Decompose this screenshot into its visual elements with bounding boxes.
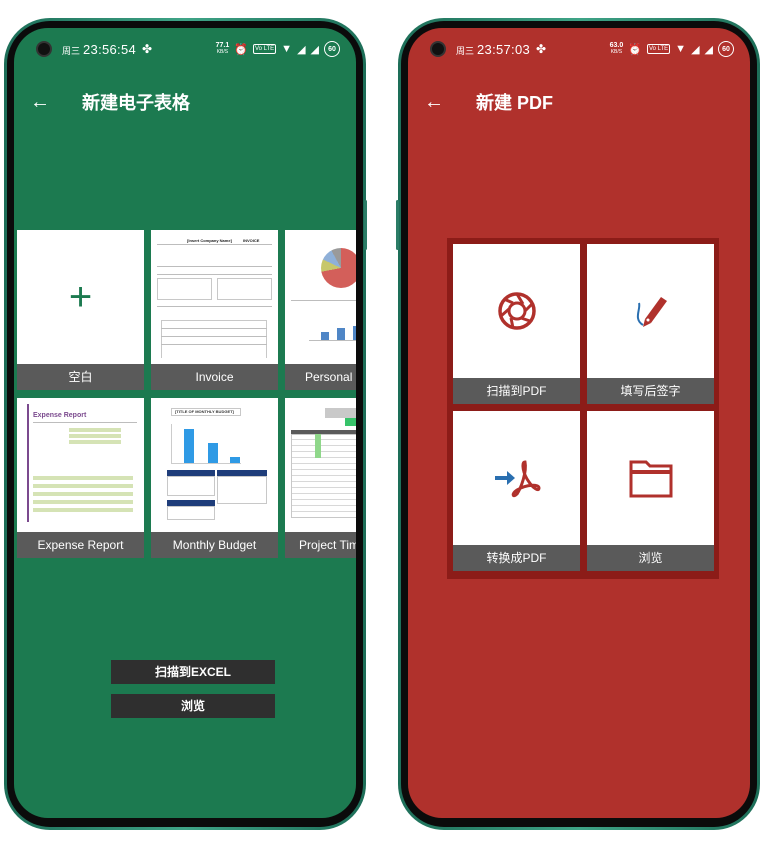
browse-tile[interactable]: 浏览 [587, 411, 714, 571]
status-day: 周三 [456, 45, 475, 56]
template-label: Project Tim [285, 532, 356, 558]
volume-button [364, 200, 367, 250]
front-camera-icon [36, 41, 52, 57]
pen-signature-icon [636, 297, 667, 327]
status-bar: 周三 23:56:54 ✤ 77.1 KB/S ⏰ Vo LTE ▼ ◢ ◢ 60 [14, 28, 356, 70]
template-personal-budget[interactable]: Personal B [285, 230, 356, 390]
volte-icon: Vo LTE [646, 44, 671, 54]
camera-shutter-icon [497, 292, 536, 330]
status-time: 23:57:03 [477, 41, 531, 57]
monthly-budget-thumbnail: [TITLE OF MONTHLY BUDGET] [157, 404, 272, 526]
template-label: Personal B [285, 364, 356, 390]
app-bar: ← 新建 PDF [408, 80, 750, 124]
page-title: 新建 PDF [476, 93, 554, 113]
phone-pdf: 周三 23:57:03 ✤ 63.0 KB/S ⏰ Vo LTE ▼ ◢ ◢ 60… [398, 18, 760, 830]
phone-spreadsheet: 周三 23:56:54 ✤ 77.1 KB/S ⏰ Vo LTE ▼ ◢ ◢ 60… [4, 18, 366, 830]
tile-label: 浏览 [587, 545, 714, 571]
app-bar: ← 新建电子表格 [14, 80, 356, 124]
signal-icon: ◢ [297, 43, 306, 56]
scan-to-excel-button[interactable]: 扫描到EXCEL [111, 660, 275, 684]
status-bar: 周三 23:57:03 ✤ 63.0 KB/S ⏰ Vo LTE ▼ ◢ ◢ 60 [408, 28, 750, 70]
template-label: 空白 [17, 364, 144, 390]
tile-label: 扫描到PDF [453, 378, 580, 404]
invoice-thumbnail: [Insert Company Name] INVOICE [157, 236, 272, 358]
fill-and-sign-tile[interactable]: 填写后签字 [587, 244, 714, 404]
template-gallery[interactable]: + 空白 [Insert Company Name] INVOICE Invoi… [14, 230, 356, 560]
template-blank[interactable]: + 空白 [17, 230, 144, 390]
project-timeline-thumbnail [291, 404, 356, 526]
page-title: 新建电子表格 [82, 93, 190, 113]
convert-acrobat-icon [494, 460, 541, 498]
status-day: 周三 [62, 45, 81, 56]
network-speed: 63.0 KB/S [609, 42, 624, 55]
fan-icon: ✤ [142, 42, 153, 56]
alarm-icon: ⏰ [628, 43, 642, 56]
status-time: 23:56:54 [83, 41, 137, 57]
battery-icon: 60 [718, 41, 734, 57]
back-arrow-icon[interactable]: ← [30, 92, 52, 112]
fan-icon: ✤ [536, 42, 547, 56]
template-monthly-budget[interactable]: [TITLE OF MONTHLY BUDGET] Monthly Budget [151, 398, 278, 558]
browse-button[interactable]: 浏览 [111, 694, 275, 718]
template-expense-report[interactable]: Expense Report Expense Report [17, 398, 144, 558]
plus-icon: + [68, 274, 93, 319]
battery-icon: 60 [324, 41, 340, 57]
template-project-timeline[interactable]: Project Tim [285, 398, 356, 558]
signal-icon: ◢ [691, 43, 700, 56]
pdf-action-grid: 扫描到PDF 填写后签字 转换成PDF 浏览 [447, 238, 719, 579]
personal-budget-thumbnail [291, 236, 356, 358]
wifi-icon: ▼ [281, 43, 293, 55]
tile-label: 转换成PDF [453, 545, 580, 571]
back-arrow-icon[interactable]: ← [424, 92, 446, 112]
scan-to-pdf-tile[interactable]: 扫描到PDF [453, 244, 580, 404]
signal-icon-2: ◢ [310, 43, 319, 56]
network-speed: 77.1 KB/S [215, 42, 230, 55]
template-label: Monthly Budget [151, 532, 278, 558]
template-invoice[interactable]: [Insert Company Name] INVOICE Invoice [151, 230, 278, 390]
expense-report-thumbnail: Expense Report [23, 404, 138, 526]
convert-to-pdf-tile[interactable]: 转换成PDF [453, 411, 580, 571]
template-label: Expense Report [17, 532, 144, 558]
folder-icon [629, 460, 672, 498]
wifi-icon: ▼ [675, 43, 687, 55]
pdf-screen: 周三 23:57:03 ✤ 63.0 KB/S ⏰ Vo LTE ▼ ◢ ◢ 60… [408, 28, 750, 818]
template-label: Invoice [151, 364, 278, 390]
volume-button [396, 200, 399, 250]
spreadsheet-screen: 周三 23:56:54 ✤ 77.1 KB/S ⏰ Vo LTE ▼ ◢ ◢ 60… [14, 28, 356, 818]
front-camera-icon [430, 41, 446, 57]
alarm-icon: ⏰ [234, 43, 248, 56]
signal-icon-2: ◢ [704, 43, 713, 56]
volte-icon: Vo LTE [252, 44, 277, 54]
tile-label: 填写后签字 [587, 378, 714, 404]
